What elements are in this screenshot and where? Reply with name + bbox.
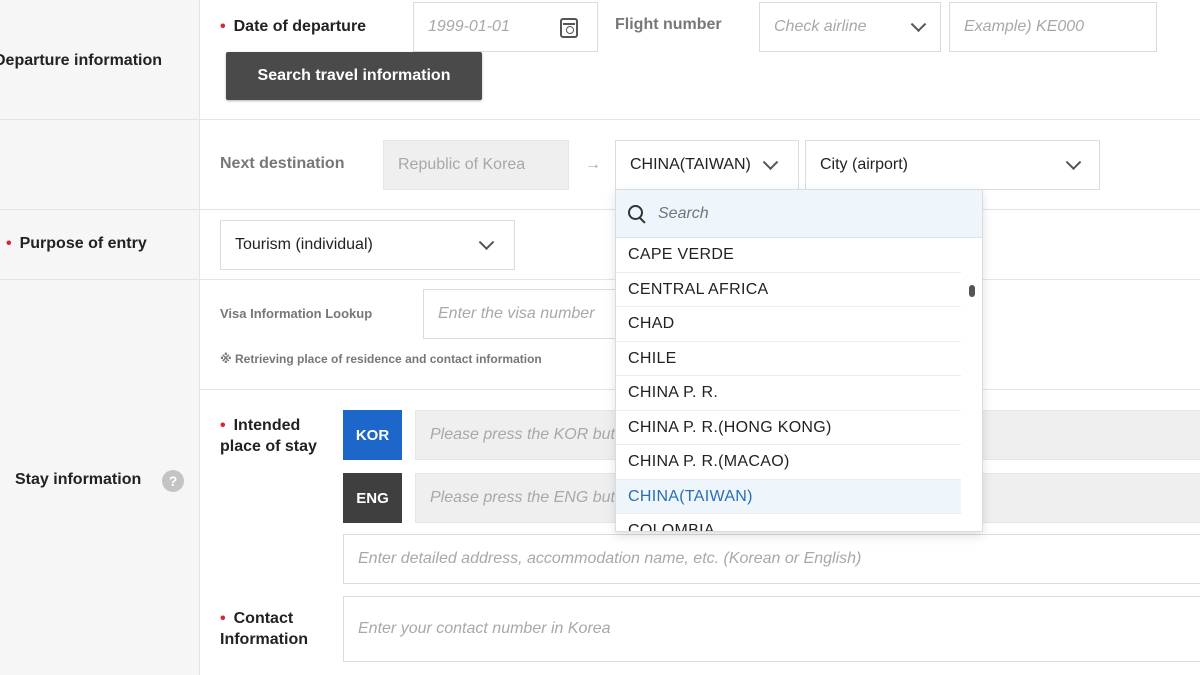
- required-mark: •: [220, 417, 226, 434]
- chevron-down-icon: [1065, 154, 1082, 171]
- row-divider: [0, 119, 200, 120]
- chevron-down-icon: [910, 16, 927, 33]
- country-dropdown[interactable]: CAPE VERDE CENTRAL AFRICA CHAD CHILE CHI…: [615, 189, 983, 532]
- country-search-input[interactable]: [658, 204, 938, 223]
- required-mark: •: [6, 235, 12, 252]
- airline-select[interactable]: Check airline: [759, 2, 941, 52]
- visa-number-placeholder: Enter the visa number: [438, 305, 595, 322]
- contact-info-label: • Contact Information: [220, 608, 308, 650]
- country-option[interactable]: CENTRAL AFRICA: [616, 273, 961, 307]
- country-option[interactable]: CHINA P. R.(HONG KONG): [616, 411, 961, 445]
- row-divider: [0, 209, 200, 210]
- city-airport-select[interactable]: City (airport): [805, 140, 1100, 190]
- date-label-text: Date of departure: [233, 18, 367, 35]
- departure-section-label: Departure information: [0, 52, 163, 69]
- row-divider: [200, 119, 1200, 120]
- detailed-address-placeholder: Enter detailed address, accommodation na…: [358, 550, 862, 567]
- purpose-label-text: Purpose of entry: [19, 235, 147, 252]
- detailed-address-input[interactable]: Enter detailed address, accommodation na…: [343, 534, 1200, 584]
- chevron-down-icon: [478, 234, 495, 251]
- country-list: CAPE VERDE CENTRAL AFRICA CHAD CHILE CHI…: [616, 238, 961, 531]
- flight-number-input[interactable]: Example) KE000: [949, 2, 1157, 52]
- contact-label-line2: Information: [220, 631, 308, 648]
- row-divider: [0, 279, 200, 280]
- required-mark: •: [220, 18, 226, 35]
- help-icon[interactable]: ?: [162, 470, 184, 492]
- date-of-departure-input[interactable]: 1999-01-01: [413, 2, 598, 52]
- contact-label-line1: Contact: [233, 610, 294, 627]
- purpose-section-label: • Purpose of entry: [6, 235, 147, 253]
- visa-note: ※ Retrieving place of residence and cont…: [220, 352, 542, 366]
- kor-address-placeholder: Please press the KOR button: [430, 426, 638, 443]
- contact-number-placeholder: Enter your contact number in Korea: [358, 620, 611, 637]
- purpose-value: Tourism (individual): [235, 236, 373, 253]
- airline-placeholder: Check airline: [774, 18, 867, 35]
- country-option[interactable]: CAPE VERDE: [616, 238, 961, 273]
- purpose-select[interactable]: Tourism (individual): [220, 220, 515, 270]
- flight-number-label: Flight number: [615, 16, 722, 33]
- search-icon: [628, 204, 646, 223]
- label-column: [0, 0, 200, 675]
- calendar-icon[interactable]: [560, 18, 578, 38]
- from-country-value: Republic of Korea: [398, 156, 526, 173]
- flight-number-placeholder: Example) KE000: [964, 18, 1085, 35]
- next-destination-label: Next destination: [220, 155, 345, 172]
- from-country-field: Republic of Korea: [383, 140, 569, 190]
- intended-label-line2: place of stay: [220, 438, 317, 455]
- country-option[interactable]: CHAD: [616, 307, 961, 342]
- contact-number-input[interactable]: Enter your contact number in Korea: [343, 596, 1200, 662]
- intended-place-label: • Intended place of stay: [220, 415, 317, 457]
- eng-button[interactable]: ENG: [343, 473, 402, 523]
- country-option[interactable]: CHINA P. R.: [616, 376, 961, 411]
- dropdown-scrollbar[interactable]: [969, 285, 975, 297]
- arrow-right-icon: →: [585, 156, 601, 173]
- date-of-departure-label: • Date of departure: [220, 16, 366, 37]
- date-placeholder: 1999-01-01: [428, 18, 510, 35]
- intended-label-line1: Intended: [233, 417, 301, 434]
- country-option-selected[interactable]: CHINA(TAIWAN): [616, 479, 961, 514]
- country-option[interactable]: CHINA P. R.(MACAO): [616, 445, 961, 480]
- chevron-down-icon: [762, 154, 779, 171]
- search-travel-info-button[interactable]: Search travel information: [226, 52, 482, 100]
- city-airport-value: City (airport): [820, 156, 909, 173]
- country-option[interactable]: CHILE: [616, 342, 961, 376]
- dropdown-search-bar: [616, 190, 982, 238]
- eng-address-placeholder: Please press the ENG button: [430, 489, 638, 506]
- kor-button[interactable]: KOR: [343, 410, 402, 460]
- stay-section-label: Stay information: [15, 471, 142, 488]
- required-mark: •: [220, 610, 226, 627]
- country-option[interactable]: COLOMBIA: [616, 514, 961, 531]
- destination-country-select[interactable]: CHINA(TAIWAN): [615, 140, 799, 190]
- destination-country-value: CHINA(TAIWAN): [630, 156, 751, 173]
- visa-lookup-label: Visa Information Lookup: [220, 306, 373, 321]
